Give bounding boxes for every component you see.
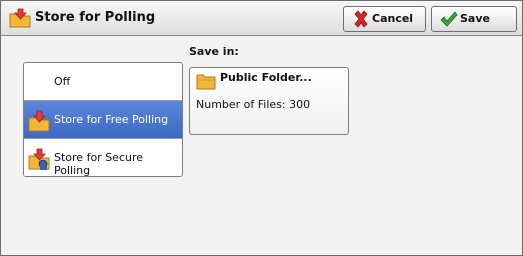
option-store-for-free-polling[interactable]: Store for Free Polling	[24, 101, 182, 139]
folder-name: Public Folder...	[220, 71, 312, 84]
green-check-icon	[440, 11, 458, 27]
cancel-button[interactable]: Cancel	[343, 6, 426, 32]
option-store-for-secure-polling[interactable]: Store for Secure Polling	[24, 139, 182, 176]
option-label: Store for Secure Polling	[54, 151, 144, 177]
dialog-content: Off Store for Free Polling Store for Sec…	[1, 36, 522, 255]
option-label: Off	[54, 75, 71, 88]
option-label: Store for Free Polling	[54, 113, 169, 126]
folder-arrow-icon	[9, 8, 31, 28]
folder-icon	[196, 74, 216, 90]
folder-arrow-icon	[28, 110, 50, 132]
title-bar: Store for Polling Cancel Save	[1, 1, 522, 36]
option-off[interactable]: Off	[24, 63, 182, 101]
dialog-window: Store for Polling Cancel Save Off Store …	[0, 0, 523, 256]
number-of-files: Number of Files: 300	[196, 98, 311, 111]
save-in-label: Save in:	[189, 45, 239, 58]
cancel-button-label: Cancel	[372, 12, 414, 25]
red-x-icon	[354, 10, 368, 28]
save-button-label: Save	[460, 12, 490, 25]
polling-options-list: Off Store for Free Polling Store for Sec…	[23, 62, 183, 177]
window-title: Store for Polling	[35, 10, 156, 25]
save-button[interactable]: Save	[431, 6, 517, 32]
folder-lock-icon	[28, 148, 50, 170]
public-folder-button[interactable]: Public Folder... Number of Files: 300	[189, 67, 349, 135]
